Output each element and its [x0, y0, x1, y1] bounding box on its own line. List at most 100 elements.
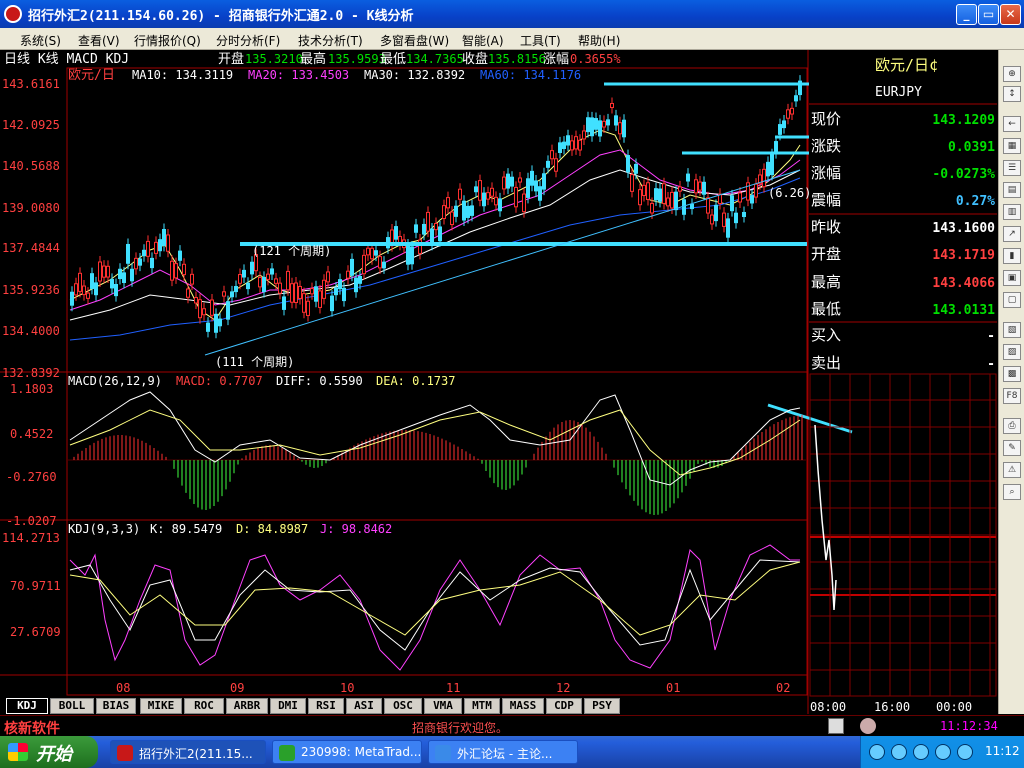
tab-bias[interactable]: BIAS	[96, 698, 136, 714]
tab-psy[interactable]: PSY	[584, 698, 620, 714]
candle-body	[454, 205, 458, 217]
candle-body	[698, 181, 702, 191]
candle-body	[126, 243, 130, 264]
list-icon[interactable]: ☰	[1003, 160, 1021, 176]
minimize-button[interactable]: _	[956, 4, 977, 25]
tray-network-icon[interactable]	[891, 744, 907, 760]
quote-row-value: 0.0391	[948, 140, 995, 155]
search-icon[interactable]: ⌕	[1003, 484, 1021, 500]
tab-osc[interactable]: OSC	[384, 698, 422, 714]
menu-technical[interactable]: 技术分析(T)	[298, 32, 363, 49]
f8-icon[interactable]: F8	[1003, 388, 1021, 404]
macd-dea: DEA: 0.1737	[376, 374, 455, 388]
panel-icon[interactable]: ▧	[1003, 322, 1021, 338]
chart-icon[interactable]: ↗	[1003, 226, 1021, 242]
candle-body	[554, 158, 558, 172]
menu-view[interactable]: 查看(V)	[78, 32, 120, 49]
price-tick: 140.5688	[2, 159, 60, 173]
warning-icon[interactable]: ⚠	[1003, 462, 1021, 478]
quote-row-value: -	[987, 357, 995, 372]
printer-icon[interactable]: ⎙	[1003, 418, 1021, 434]
menu-intraday[interactable]: 分时分析(F)	[216, 32, 280, 49]
start-button[interactable]: 开始	[0, 736, 98, 768]
back-icon[interactable]: ←	[1003, 116, 1021, 132]
menu-help[interactable]: 帮助(H)	[578, 32, 620, 49]
candle-body	[634, 163, 638, 174]
tray-arrow-icon[interactable]	[869, 744, 885, 760]
tab-dmi[interactable]: DMI	[270, 698, 306, 714]
menu-multiwindow[interactable]: 多窗看盘(W)	[380, 32, 449, 49]
candle-body	[530, 170, 534, 186]
candle-body	[154, 241, 158, 254]
kline-chart[interactable]: 日线 K线 MACD KDJ 开盘 135.3210 最高 135.9593 最…	[0, 50, 998, 714]
indicator-tabs: KDJ BOLL BIAS MIKE ROC ARBR DMI RSI ASI …	[0, 697, 620, 715]
tray-volume-icon[interactable]	[913, 744, 929, 760]
bar-chart-icon[interactable]: ▮	[1003, 248, 1021, 264]
candle-body	[82, 285, 86, 296]
tab-mass[interactable]: MASS	[502, 698, 544, 714]
candle-body	[246, 282, 250, 290]
quote-row-label: 开盘	[811, 245, 841, 263]
tab-roc[interactable]: ROC	[184, 698, 224, 714]
maximize-button[interactable]: ▭	[978, 4, 999, 25]
tab-asi[interactable]: ASI	[346, 698, 382, 714]
candle-body	[158, 239, 162, 252]
user-icon[interactable]	[860, 718, 876, 734]
menu-bar: 系统(S) 查看(V) 行情报价(Q) 分时分析(F) 技术分析(T) 多窗看盘…	[0, 28, 1024, 50]
table-icon[interactable]: ▤	[1003, 182, 1021, 198]
grid-icon[interactable]: ▦	[1003, 138, 1021, 154]
candle-body	[762, 168, 766, 188]
candle-body	[202, 308, 206, 316]
zoom-icon[interactable]: ⊕	[1003, 66, 1021, 82]
tab-cdp[interactable]: CDP	[546, 698, 582, 714]
tab-vma[interactable]: VMA	[424, 698, 462, 714]
candle-body	[754, 183, 758, 198]
tab-mike[interactable]: MIKE	[140, 698, 182, 714]
candle-body	[710, 214, 714, 225]
tab-mtm[interactable]: MTM	[464, 698, 500, 714]
price-axis: 143.6161 142.0925 140.5688 139.0080 137.…	[2, 77, 60, 380]
quote-row-value: 143.1600	[932, 221, 995, 236]
tray-app-icon[interactable]	[935, 744, 951, 760]
menu-smart[interactable]: 智能(A)	[462, 32, 504, 49]
pencil-icon[interactable]: ✎	[1003, 440, 1021, 456]
network-icon[interactable]	[828, 718, 844, 734]
quote-row-value: 143.4066	[932, 276, 995, 291]
tab-arbr[interactable]: ARBR	[226, 698, 268, 714]
macd-axis: 1.1803 0.4522 -0.2760 -1.0207	[6, 382, 57, 528]
chart-area[interactable]: 日线 K线 MACD KDJ 开盘 135.3210 最高 135.9593 最…	[0, 50, 998, 714]
candle-body	[438, 226, 442, 242]
arrow-icon[interactable]: ↕	[1003, 86, 1021, 102]
tab-boll[interactable]: BOLL	[50, 698, 94, 714]
task-browser[interactable]: 外汇论坛 - 主论...	[428, 740, 578, 764]
app-icon	[4, 5, 22, 23]
candle-body	[138, 258, 142, 266]
close-value: 135.8156	[488, 52, 546, 66]
candle-body	[302, 293, 306, 313]
menu-tools[interactable]: 工具(T)	[520, 32, 561, 49]
layout-icon[interactable]: ▨	[1003, 344, 1021, 360]
metatrader-icon	[279, 745, 295, 761]
candle-body	[446, 197, 450, 209]
folder-icon[interactable]: ▢	[1003, 292, 1021, 308]
high-value: 135.9593	[328, 52, 386, 66]
window-icon[interactable]: ▣	[1003, 270, 1021, 286]
candle-body	[558, 142, 562, 154]
candle-body	[622, 119, 626, 138]
candle-body	[74, 283, 78, 296]
candle-body	[366, 247, 370, 256]
candle-body	[318, 290, 322, 308]
candle-body	[298, 285, 302, 299]
menu-system[interactable]: 系统(S)	[20, 32, 61, 49]
calc-icon[interactable]: ▥	[1003, 204, 1021, 220]
calendar-icon[interactable]: ▩	[1003, 366, 1021, 382]
tray-security-icon[interactable]	[957, 744, 973, 760]
task-fx-app[interactable]: 招行外汇2(211.15...	[110, 740, 266, 764]
task-metatrader[interactable]: 230998: MetaTrad...	[272, 740, 422, 764]
candle-body	[234, 286, 238, 293]
menu-quotes[interactable]: 行情报价(Q)	[134, 32, 201, 49]
tab-kdj[interactable]: KDJ	[6, 698, 48, 714]
candle-body	[314, 286, 318, 302]
close-button[interactable]: ✕	[1000, 4, 1021, 25]
tab-rsi[interactable]: RSI	[308, 698, 344, 714]
